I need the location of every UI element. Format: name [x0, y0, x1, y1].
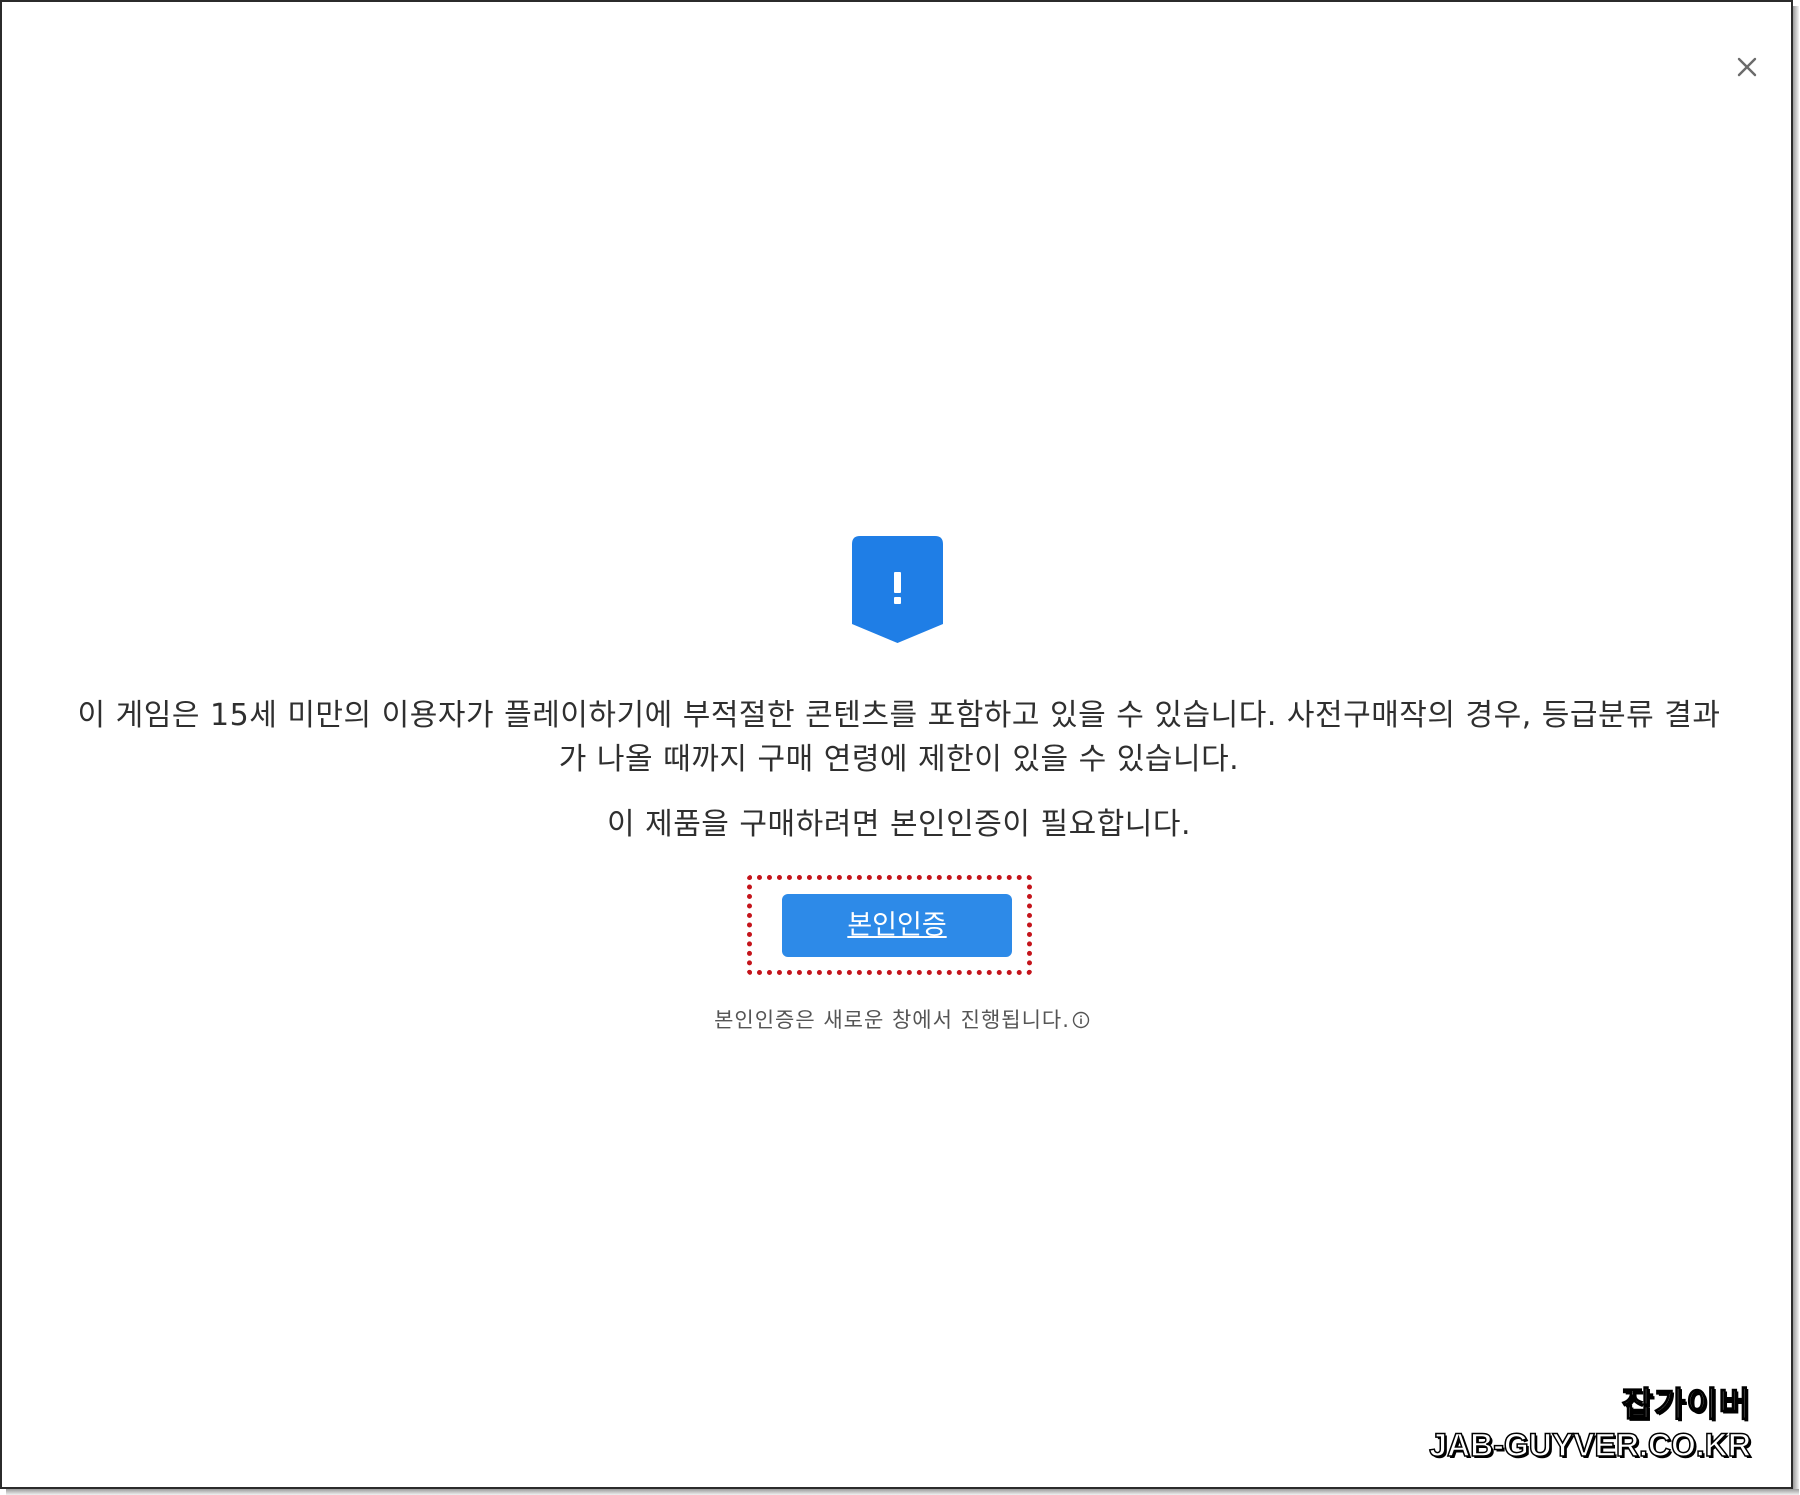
identity-verification-button[interactable]: 본인인증: [782, 894, 1012, 957]
dialog-window: 이 게임은 15세 미만의 이용자가 플레이하기에 부적절한 콘텐츠를 포함하고…: [0, 0, 1793, 1489]
info-icon[interactable]: [1072, 1011, 1090, 1029]
close-icon: [1737, 57, 1757, 77]
warning-shield-icon: [852, 536, 943, 643]
watermark-url: JAB-GUYVER.CO.KR: [1428, 1426, 1751, 1464]
watermark-name: 잡가이버: [1621, 1384, 1751, 1426]
age-warning-message: 이 게임은 15세 미만의 이용자가 플레이하기에 부적절한 콘텐츠를 포함하고…: [42, 694, 1756, 782]
verification-prompt: 이 제품을 구매하려면 본인인증이 필요합니다.: [606, 807, 1192, 842]
close-button[interactable]: [1730, 50, 1764, 84]
message-line-2: 가 나올 때까지 구매 연령에 제한이 있을 수 있습니다.: [558, 742, 1240, 777]
message-line-1: 이 게임은 15세 미만의 이용자가 플레이하기에 부적절한 콘텐츠를 포함하고…: [77, 698, 1721, 733]
note-text: 본인인증은 새로운 창에서 진행됩니다.: [714, 1008, 1070, 1032]
frame-shadow-right: [1793, 6, 1799, 1494]
verification-note: 본인인증은 새로운 창에서 진행됩니다.: [602, 1005, 1202, 1035]
frame-shadow-bottom: [6, 1489, 1799, 1495]
